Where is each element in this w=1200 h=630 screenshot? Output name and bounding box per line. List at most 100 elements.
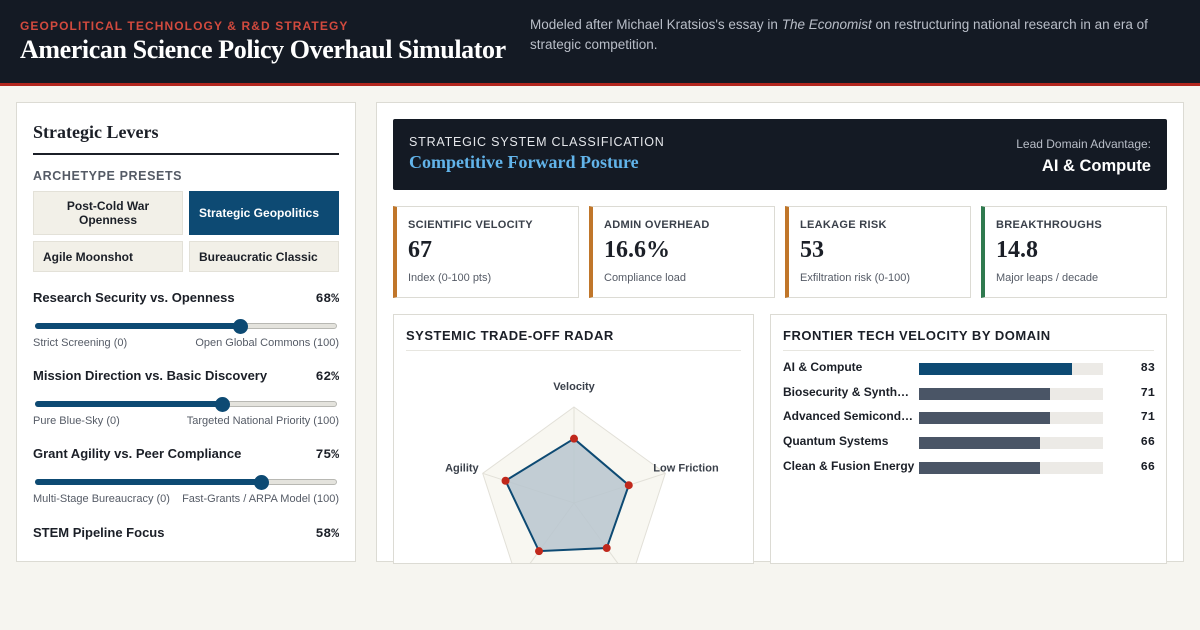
domain-row: Clean & Fusion Energy 66 bbox=[783, 459, 1155, 477]
kpi-sub: Exfiltration risk (0-100) bbox=[800, 272, 911, 284]
presets-label: ARCHETYPE PRESETS bbox=[33, 169, 183, 183]
desc-text: Modeled after Michael Kratsios's essay i… bbox=[530, 17, 782, 32]
lever-mission-direction: Mission Direction vs. Basic Discovery 62… bbox=[33, 368, 339, 434]
kpi-label: BREAKTHROUGHS bbox=[996, 219, 1102, 231]
domain-name: Clean & Fusion Energy bbox=[783, 458, 915, 473]
lever-research-security: Research Security vs. Openness 68% Stric… bbox=[33, 290, 339, 356]
classification-value: Competitive Forward Posture bbox=[409, 152, 639, 172]
radar-point bbox=[602, 544, 611, 553]
page-header: GEOPOLITICAL TECHNOLOGY & R&D STRATEGY A… bbox=[0, 0, 1200, 86]
domain-row: Quantum Systems 66 bbox=[783, 434, 1155, 452]
header-description: Modeled after Michael Kratsios's essay i… bbox=[530, 15, 1180, 55]
radar-point bbox=[535, 547, 544, 556]
lever-max-label: Open Global Commons (100) bbox=[195, 337, 339, 349]
lead-domain-label: Lead Domain Advantage: bbox=[1016, 137, 1151, 151]
lever-label: Mission Direction vs. Basic Discovery bbox=[33, 368, 268, 383]
domain-row: Biosecurity & Synthetic Biology 71 bbox=[783, 385, 1155, 403]
lever-slider[interactable] bbox=[35, 397, 337, 412]
kpi-card-leakage: LEAKAGE RISK 53 Exfiltration risk (0-100… bbox=[785, 206, 971, 298]
kpi-card-velocity: SCIENTIFIC VELOCITY 67 Index (0-100 pts) bbox=[393, 206, 579, 298]
lever-label: Research Security vs. Openness bbox=[33, 290, 235, 305]
radar-point bbox=[501, 476, 510, 485]
slider-fill bbox=[35, 401, 221, 407]
domain-name: AI & Compute bbox=[783, 360, 863, 374]
domain-name: Quantum Systems bbox=[783, 434, 889, 449]
kpi-label: LEAKAGE RISK bbox=[800, 219, 887, 231]
domain-value: 83 bbox=[1140, 361, 1155, 375]
lever-max-label: Fast-Grants / ARPA Model (100) bbox=[182, 493, 339, 505]
lead-domain-value: AI & Compute bbox=[1041, 157, 1151, 175]
domain-bar-track bbox=[919, 363, 1103, 375]
domain-velocity-title: FRONTIER TECH VELOCITY BY DOMAIN bbox=[783, 328, 1051, 343]
lever-slider[interactable] bbox=[35, 475, 337, 490]
kpi-label: SCIENTIFIC VELOCITY bbox=[408, 219, 533, 231]
lever-min-label: Multi-Stage Bureaucracy (0) bbox=[33, 493, 170, 505]
domain-name: Biosecurity & Synthetic Biology bbox=[783, 384, 915, 399]
lever-max-label: Targeted National Priority (100) bbox=[186, 415, 339, 427]
header-kicker: GEOPOLITICAL TECHNOLOGY & R&D STRATEGY bbox=[20, 19, 349, 33]
lever-value: 62% bbox=[315, 369, 339, 384]
lever-stem-pipeline: STEM Pipeline Focus 58% bbox=[33, 525, 339, 555]
kpi-value: 14.8 bbox=[996, 237, 1038, 263]
domain-bar bbox=[919, 387, 1050, 400]
kpi-card-breakthroughs: BREAKTHROUGHS 14.8 Major leaps / decade bbox=[981, 206, 1167, 298]
domain-bar-track bbox=[919, 461, 1103, 474]
radar-axis-label: Low Friction bbox=[653, 462, 719, 474]
slider-fill bbox=[35, 323, 239, 329]
classification-banner: STRATEGIC SYSTEM CLASSIFICATION Competit… bbox=[393, 119, 1167, 190]
preset-bureaucratic-classic[interactable]: Bureaucratic Classic bbox=[189, 241, 339, 272]
radar-axis-label: Agility bbox=[445, 462, 479, 474]
desc-source: The Economist bbox=[781, 17, 872, 32]
lever-label: STEM Pipeline Focus bbox=[33, 525, 165, 540]
levers-panel: Strategic Levers ARCHETYPE PRESETS Post-… bbox=[16, 102, 356, 562]
slider-thumb[interactable] bbox=[215, 397, 230, 412]
dashboard-panel: STRATEGIC SYSTEM CLASSIFICATION Competit… bbox=[376, 102, 1184, 564]
slider-fill bbox=[35, 479, 260, 485]
domain-row: AI & Compute 83 bbox=[783, 360, 1155, 378]
radar-chart: Velocity Low Friction Agility bbox=[445, 381, 719, 563]
lever-value: 75% bbox=[315, 447, 339, 462]
kpi-value: 53 bbox=[800, 237, 824, 263]
kpi-value: 16.6% bbox=[604, 237, 670, 263]
domain-bar bbox=[919, 461, 1041, 474]
kpi-sub: Index (0-100 pts) bbox=[408, 272, 492, 284]
radar-axis-label: Velocity bbox=[553, 381, 595, 393]
slider-thumb[interactable] bbox=[233, 319, 248, 334]
lever-value: 58% bbox=[315, 526, 339, 541]
domain-value: 71 bbox=[1140, 410, 1155, 425]
preset-strategic-geopolitics[interactable]: Strategic Geopolitics bbox=[189, 191, 339, 235]
radar-point bbox=[624, 481, 633, 490]
kpi-value: 67 bbox=[408, 237, 432, 263]
levers-title: Strategic Levers bbox=[33, 122, 339, 155]
domain-value: 66 bbox=[1140, 459, 1155, 474]
classification-label: STRATEGIC SYSTEM CLASSIFICATION bbox=[409, 135, 665, 149]
domain-bar-track bbox=[919, 412, 1103, 425]
domain-divider bbox=[783, 350, 1154, 351]
page-title: American Science Policy Overhaul Simulat… bbox=[20, 35, 506, 64]
domain-name: Advanced Semiconductors bbox=[783, 409, 915, 424]
lever-min-label: Strict Screening (0) bbox=[33, 337, 128, 349]
preset-agile-moonshot[interactable]: Agile Moonshot bbox=[33, 241, 183, 272]
domain-row: Advanced Semiconductors 71 bbox=[783, 409, 1155, 427]
lever-grant-agility: Grant Agility vs. Peer Compliance 75% Mu… bbox=[33, 446, 339, 512]
domain-bar bbox=[919, 412, 1050, 425]
kpi-label: ADMIN OVERHEAD bbox=[604, 219, 710, 231]
lever-value: 68% bbox=[315, 291, 339, 306]
radar-panel: SYSTEMIC TRADE-OFF RADAR Velocity Low Fri… bbox=[393, 314, 754, 564]
domain-bar bbox=[919, 437, 1041, 450]
radar-point bbox=[570, 434, 578, 443]
domain-velocity-panel: FRONTIER TECH VELOCITY BY DOMAIN AI & Co… bbox=[770, 314, 1167, 564]
domain-value: 71 bbox=[1140, 385, 1155, 400]
lever-slider[interactable] bbox=[35, 319, 337, 334]
domain-bar-track bbox=[919, 437, 1103, 450]
lever-min-label: Pure Blue-Sky (0) bbox=[33, 415, 120, 427]
domain-bar bbox=[919, 363, 1072, 375]
domain-value: 66 bbox=[1140, 435, 1155, 450]
domain-bar-track bbox=[919, 387, 1103, 400]
kpi-sub: Compliance load bbox=[604, 272, 686, 284]
kpi-sub: Major leaps / decade bbox=[996, 272, 1099, 284]
kpi-card-overhead: ADMIN OVERHEAD 16.6% Compliance load bbox=[589, 206, 775, 298]
preset-post-cold-war-openness[interactable]: Post-Cold War Openness bbox=[33, 191, 183, 235]
lever-label: Grant Agility vs. Peer Compliance bbox=[33, 446, 242, 461]
slider-thumb[interactable] bbox=[254, 475, 269, 490]
